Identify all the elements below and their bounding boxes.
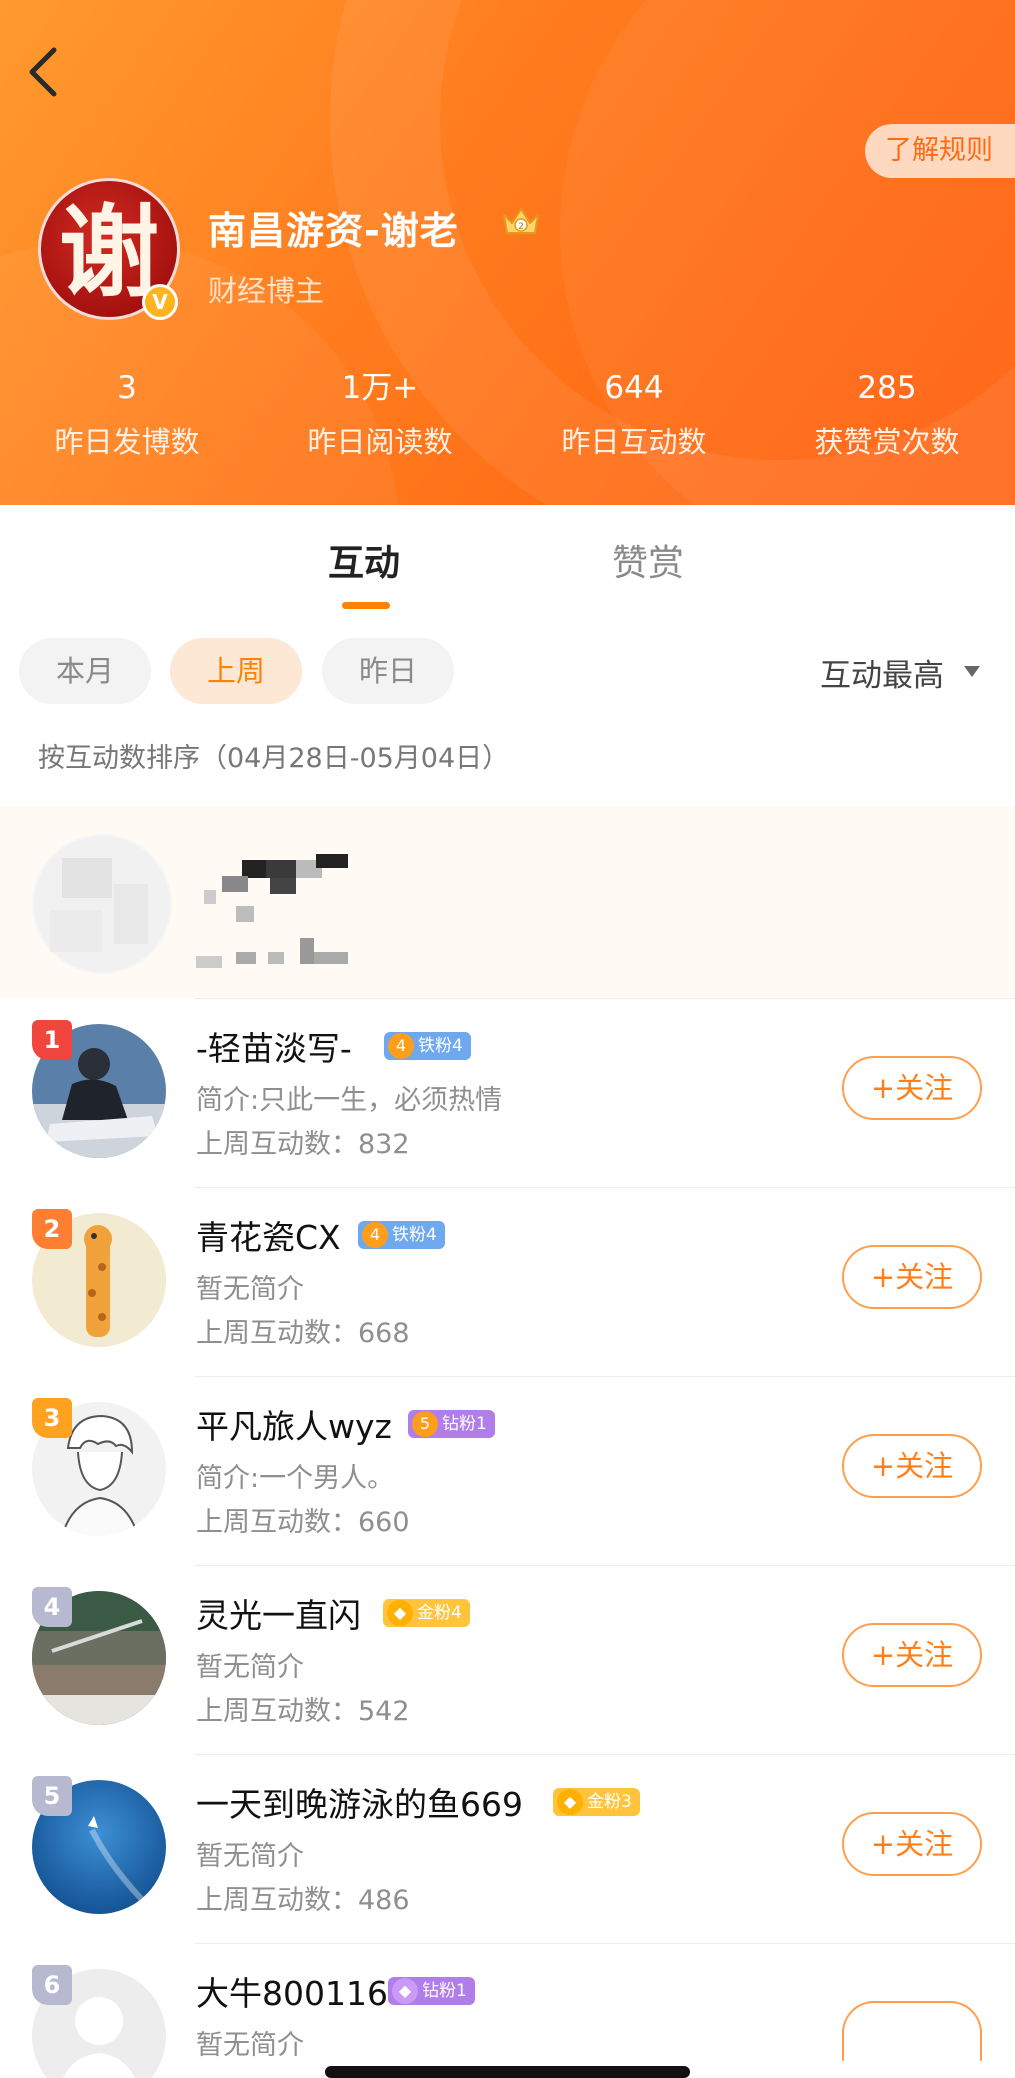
follow-button[interactable]	[842, 2001, 982, 2061]
sort-dropdown[interactable]: 互动最高	[820, 650, 944, 695]
list-item[interactable]: 3 平凡旅人wyz 5 钻粉1 简介:一个男人。 上周互动数：660 +关注	[0, 1376, 1015, 1566]
filter-this-month[interactable]: 本月	[19, 638, 151, 704]
stat-label: 昨日阅读数	[307, 425, 453, 459]
follow-button[interactable]: +关注	[842, 1623, 982, 1687]
verified-badge: V	[142, 284, 178, 320]
list-item[interactable]: 5 一天到晚游泳的鱼669 ◆ 金粉3 暂无简介 上周互动数：486 +关注	[0, 1754, 1015, 1944]
my-rank-row	[0, 806, 1015, 998]
rank-badge: 2	[32, 1209, 72, 1249]
fan-badge-label: 钻粉1	[442, 1414, 487, 1434]
rank-badge: 4	[32, 1587, 72, 1627]
crown-icon: 2	[503, 208, 539, 234]
fan-badge-label: 铁粉4	[418, 1036, 463, 1056]
divider	[195, 1943, 1015, 1944]
stat-value: 644	[604, 370, 664, 406]
tab-rewards[interactable]: 赞赏	[612, 534, 684, 586]
user-name[interactable]: 大牛800116	[196, 1967, 388, 2015]
avatar	[32, 834, 172, 974]
fan-badge: ◆ 钻粉1	[388, 1977, 475, 2005]
rank-badge: 5	[32, 1776, 72, 1816]
back-button[interactable]	[22, 44, 66, 100]
fan-badge: 5 钻粉1	[408, 1410, 495, 1438]
user-intro: 暂无简介	[196, 1652, 304, 1683]
stat-rewards: 285 获赞赏次数	[777, 368, 997, 464]
chevron-left-icon	[29, 47, 57, 97]
crown-icon: 5	[412, 1411, 438, 1437]
fan-badge-label: 金粉4	[417, 1603, 462, 1623]
follow-button[interactable]: +关注	[842, 1056, 982, 1120]
user-intro: 暂无简介	[196, 2030, 304, 2061]
divider	[195, 1565, 1015, 1566]
stat-label: 获赞赏次数	[814, 425, 960, 459]
fan-badge-label: 钻粉1	[422, 1981, 467, 2001]
divider	[195, 1376, 1015, 1377]
stat-label: 昨日互动数	[561, 425, 707, 459]
follow-button[interactable]: +关注	[842, 1812, 982, 1876]
divider	[195, 1187, 1015, 1188]
user-name[interactable]: 平凡旅人wyz	[196, 1400, 392, 1448]
home-indicator	[325, 2066, 690, 2078]
list-item[interactable]: 6 大牛800116 ◆ 钻粉1 暂无简介	[0, 1943, 1015, 2078]
divider	[195, 1754, 1015, 1755]
tab-interaction[interactable]: 互动	[328, 534, 400, 586]
fan-badge-label: 铁粉4	[392, 1225, 437, 1245]
list-item[interactable]: 2 青花瓷CX 4 铁粉4 暂无简介 上周互动数：668 +关注	[0, 1187, 1015, 1377]
profile-header: 了解规则 谢 V 南昌游资-谢老 2 财经博主 3 昨日发博数 1万+ 昨日阅读…	[0, 0, 1015, 505]
list-item[interactable]: 4 灵光一直闪 ◆ 金粉4 暂无简介 上周互动数：542 +关注	[0, 1565, 1015, 1755]
divider	[195, 998, 1015, 999]
interaction-count: 上周互动数：668	[196, 1318, 410, 1349]
rank-badge: 6	[32, 1965, 72, 2005]
user-intro: 暂无简介	[196, 1274, 304, 1305]
user-intro: 简介:只此一生，必须热情	[196, 1085, 503, 1116]
user-intro: 简介:一个男人。	[196, 1463, 395, 1494]
filter-last-week[interactable]: 上周	[170, 638, 302, 704]
stat-reads: 1万+ 昨日阅读数	[270, 368, 490, 464]
interaction-count: 上周互动数：832	[196, 1129, 410, 1160]
fan-badge: 4 铁粉4	[358, 1221, 445, 1249]
interaction-count: 上周互动数：486	[196, 1885, 410, 1916]
user-name[interactable]: 灵光一直闪	[196, 1589, 361, 1637]
list-item[interactable]: 1 -轻苗淡写- 4 铁粉4 简介:只此一生，必须热情 上周互动数：832 +关…	[0, 998, 1015, 1188]
fan-badge: ◆ 金粉3	[553, 1788, 640, 1816]
fan-badge: ◆ 金粉4	[383, 1599, 470, 1627]
gem-icon: ◆	[387, 1600, 413, 1626]
user-intro: 暂无简介	[196, 1841, 304, 1872]
follow-button[interactable]: +关注	[842, 1434, 982, 1498]
crown-icon: 4	[362, 1222, 388, 1248]
svg-text:2: 2	[518, 222, 524, 232]
gem-icon: ◆	[557, 1789, 583, 1815]
fan-badge: 4 铁粉4	[384, 1032, 471, 1060]
interaction-count: 上周互动数：660	[196, 1507, 410, 1538]
diamond-icon: ◆	[392, 1978, 418, 2004]
profile-role: 财经博主	[208, 274, 325, 308]
crown-icon: 4	[388, 1033, 414, 1059]
user-name[interactable]: 青花瓷CX	[196, 1211, 341, 1259]
stat-interactions: 644 昨日互动数	[524, 368, 744, 464]
filter-yesterday[interactable]: 昨日	[322, 638, 454, 704]
rules-button[interactable]: 了解规则	[865, 124, 1015, 178]
stat-label: 昨日发博数	[54, 425, 200, 459]
profile-name: 南昌游资-谢老	[208, 209, 459, 253]
caret-down-icon[interactable]	[964, 666, 980, 677]
rank-badge: 1	[32, 1020, 72, 1060]
stat-value: 1万+	[341, 370, 419, 406]
stat-value: 285	[857, 370, 917, 406]
user-name[interactable]: -轻苗淡写-	[196, 1022, 352, 1070]
rank-badge: 3	[32, 1398, 72, 1438]
sort-description: 按互动数排序（04月28日-05月04日）	[38, 743, 510, 774]
tab-indicator	[342, 602, 390, 609]
follow-button[interactable]: +关注	[842, 1245, 982, 1309]
stat-value: 3	[117, 370, 137, 406]
fan-badge-label: 金粉3	[587, 1792, 632, 1812]
stat-posts: 3 昨日发博数	[17, 368, 237, 464]
interaction-count: 上周互动数：542	[196, 1696, 410, 1727]
user-name[interactable]: 一天到晚游泳的鱼669	[196, 1778, 523, 1826]
